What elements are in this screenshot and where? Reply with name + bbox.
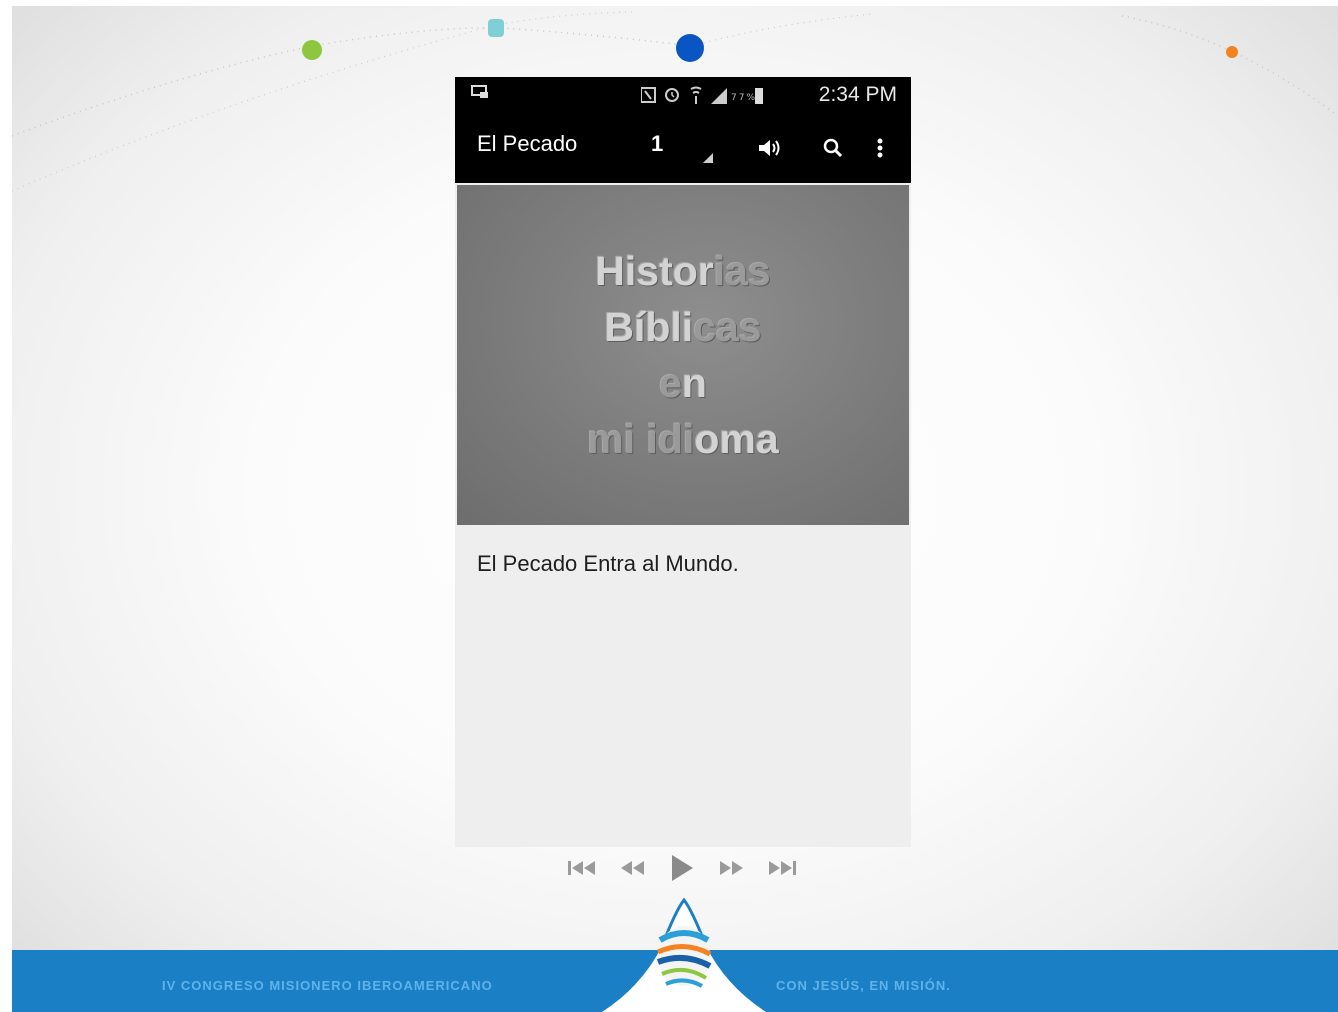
- cover-line-1: Historias: [595, 248, 771, 294]
- status-icons: 77%: [640, 86, 771, 110]
- banner-left-text: IV CONGRESO MISIONERO IBEROAMERICANO: [162, 978, 493, 993]
- nfc-icon: [640, 87, 656, 103]
- spinner-arrow-icon: [703, 153, 713, 163]
- blue-dot: [676, 34, 704, 62]
- chapter-spinner[interactable]: 1: [651, 129, 721, 173]
- spinner-value: 1: [651, 131, 664, 156]
- congress-logo: [602, 897, 766, 1012]
- fast-forward-icon[interactable]: [717, 848, 747, 888]
- skip-next-icon[interactable]: [765, 848, 799, 888]
- banner-right-text: CON JESÚS, EN MISIÓN.: [776, 978, 951, 993]
- screen-cast-icon: [471, 85, 489, 103]
- phone-screenshot: 77% 2:34 PM El Pecado 1 Historias Bíblic…: [455, 77, 911, 847]
- green-dot: [302, 40, 322, 60]
- cover-line-4: mi idioma: [587, 416, 779, 462]
- cover-line-2: Bíblicas: [604, 304, 762, 350]
- action-bar: El Pecado 1: [455, 113, 911, 183]
- cover-image: Historias Bíblicas en mi idioma: [457, 185, 909, 525]
- status-bar: 77% 2:34 PM: [455, 77, 911, 113]
- skip-previous-icon[interactable]: [565, 848, 599, 888]
- rewind-icon[interactable]: [617, 848, 647, 888]
- overflow-menu-icon[interactable]: [865, 133, 895, 163]
- alarm-icon: [665, 88, 679, 102]
- wifi-icon: [690, 86, 702, 104]
- story-text: El Pecado Entra al Mundo.: [477, 551, 739, 576]
- cover-title: Historias Bíblicas en mi idioma: [457, 243, 909, 467]
- orange-dot: [1226, 46, 1238, 58]
- player-controls: [565, 848, 815, 888]
- play-icon[interactable]: [667, 848, 697, 888]
- presentation-slide: 77% 2:34 PM El Pecado 1 Historias Bíblic…: [12, 6, 1338, 1012]
- signal-icon: [711, 88, 727, 104]
- app-title: El Pecado: [477, 131, 578, 156]
- battery-icon: 77%: [731, 88, 763, 104]
- cover-line-3: en: [659, 360, 707, 406]
- teal-dot: [488, 19, 504, 37]
- status-time: 2:34 PM: [818, 83, 897, 106]
- svg-text:77%: 77%: [731, 93, 757, 103]
- volume-icon[interactable]: [755, 133, 785, 163]
- search-icon[interactable]: [818, 133, 848, 163]
